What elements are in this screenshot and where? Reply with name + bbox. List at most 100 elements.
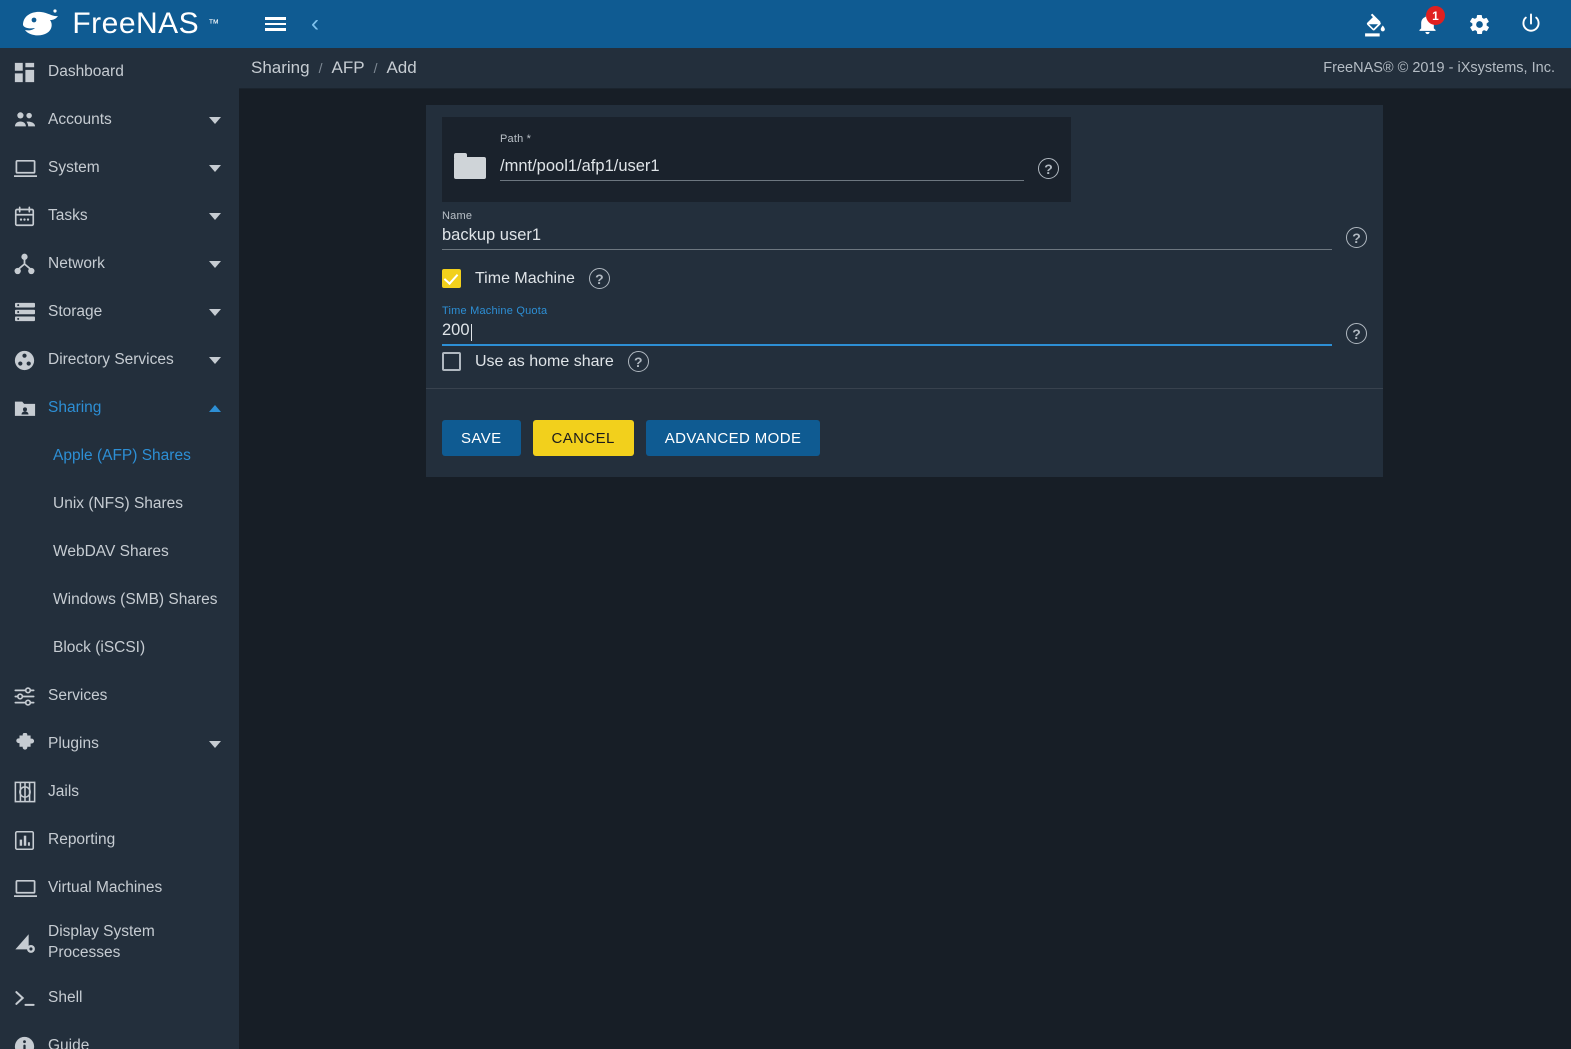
- cancel-button[interactable]: CANCEL: [532, 420, 634, 456]
- name-input[interactable]: [442, 226, 1332, 249]
- sidebar-subitem-label: Apple (AFP) Shares: [53, 447, 191, 464]
- system-icon: [14, 158, 48, 178]
- power-icon[interactable]: [1511, 4, 1551, 44]
- sidebar-item-dashboard[interactable]: Dashboard: [0, 48, 239, 96]
- sidebar-item-sharing[interactable]: Sharing: [0, 384, 239, 432]
- chevron-up-icon[interactable]: [209, 404, 221, 412]
- time-machine-checkbox-row: Time Machine ?: [442, 268, 610, 289]
- bell-icon[interactable]: 1: [1407, 4, 1447, 44]
- name-underline: [442, 249, 1332, 250]
- form-actions: SAVE CANCEL ADVANCED MODE: [442, 420, 821, 456]
- breadcrumb-item-afp[interactable]: AFP: [332, 58, 365, 78]
- virtual-machines-icon: [14, 878, 48, 898]
- sidebar-item-label: Storage: [48, 303, 103, 320]
- chevron-down-icon[interactable]: [209, 164, 221, 172]
- shell-prompt-icon: [14, 988, 48, 1008]
- breadcrumb-separator: /: [373, 60, 378, 76]
- gear-icon[interactable]: [1459, 4, 1499, 44]
- sidebar-item-guide[interactable]: Guide: [0, 1022, 239, 1049]
- network-icon: [14, 253, 48, 275]
- reporting-chart-icon: [14, 830, 48, 851]
- directory-services-icon: [14, 350, 48, 371]
- chevron-down-icon[interactable]: [209, 212, 221, 220]
- breadcrumb-item-sharing[interactable]: Sharing: [251, 58, 310, 78]
- sidebar-item-storage[interactable]: Storage: [0, 288, 239, 336]
- sidebar-subitem-webdav-shares[interactable]: WebDAV Shares: [0, 528, 239, 576]
- sidebar-item-label: Dashboard: [48, 63, 124, 80]
- sidebar-item-label: Sharing: [48, 399, 102, 416]
- chevron-left-icon[interactable]: ‹: [295, 4, 335, 44]
- hamburger-menu-icon[interactable]: [255, 4, 295, 44]
- help-circle-icon[interactable]: ?: [1346, 323, 1367, 344]
- folder-icon[interactable]: [454, 153, 486, 179]
- sidebar-item-jails[interactable]: Jails: [0, 768, 239, 816]
- chevron-down-icon[interactable]: [209, 116, 221, 124]
- time-machine-checkbox[interactable]: [442, 269, 461, 288]
- sidebar-subitem-unix-nfs-shares[interactable]: Unix (NFS) Shares: [0, 480, 239, 528]
- time-machine-quota-field-group: Time Machine Quota 200 ?: [442, 305, 1367, 346]
- storage-icon: [14, 302, 48, 322]
- form-divider: [426, 388, 1383, 389]
- guide-info-icon: [14, 1036, 48, 1049]
- jails-icon: [14, 781, 48, 803]
- sidebar-item-shell[interactable]: Shell: [0, 974, 239, 1022]
- sidebar-item-plugins[interactable]: Plugins: [0, 720, 239, 768]
- dashboard-icon: [14, 62, 48, 83]
- sidebar-item-label: Network: [48, 255, 105, 272]
- name-field-label: Name: [442, 210, 473, 222]
- chevron-down-icon[interactable]: [209, 356, 221, 364]
- help-circle-icon[interactable]: ?: [1038, 158, 1059, 179]
- sidebar-item-services[interactable]: Services: [0, 672, 239, 720]
- chevron-down-icon[interactable]: [209, 260, 221, 268]
- sidebar-item-virtual-machines[interactable]: Virtual Machines: [0, 864, 239, 912]
- chevron-down-icon[interactable]: [209, 740, 221, 748]
- help-circle-icon[interactable]: ?: [1346, 227, 1367, 248]
- sidebar-item-tasks[interactable]: Tasks: [0, 192, 239, 240]
- sidebar-item-display-system-processes[interactable]: Display System Processes: [0, 912, 239, 974]
- sidebar-subitem-label: Windows (SMB) Shares: [53, 591, 218, 608]
- brand-text: FreeNAS ™: [19, 7, 219, 41]
- copyright-text: FreeNAS® © 2019 - iXsystems, Inc.: [1323, 60, 1555, 76]
- accounts-icon: [14, 110, 48, 130]
- paint-fill-icon[interactable]: [1355, 4, 1395, 44]
- sidebar-subitem-label: Block (iSCSI): [53, 639, 146, 656]
- time-machine-label: Time Machine: [475, 269, 575, 287]
- sidebar-subitem-windows-smb-shares[interactable]: Windows (SMB) Shares: [0, 576, 239, 624]
- brand-logo[interactable]: FreeNAS ™: [0, 0, 239, 48]
- sidebar-item-directory-services[interactable]: Directory Services: [0, 336, 239, 384]
- sidebar-item-label: Virtual Machines: [48, 879, 163, 896]
- help-circle-icon[interactable]: ?: [588, 268, 610, 289]
- sidebar-navigation[interactable]: Dashboard Accounts System Tasks Network: [0, 48, 239, 1049]
- main-content: Path * ? Name ?: [239, 89, 1571, 1049]
- sidebar-item-reporting[interactable]: Reporting: [0, 816, 239, 864]
- save-button[interactable]: SAVE: [442, 420, 521, 456]
- path-underline: [500, 180, 1024, 181]
- afp-share-form: Path * ? Name ?: [426, 105, 1383, 477]
- path-field-label: Path *: [500, 133, 532, 145]
- sidebar-item-network[interactable]: Network: [0, 240, 239, 288]
- time-machine-quota-underline: [442, 344, 1332, 346]
- brand-trademark: ™: [208, 18, 220, 30]
- help-circle-icon[interactable]: ?: [627, 351, 649, 372]
- breadcrumb-item-add[interactable]: Add: [386, 58, 416, 78]
- time-machine-quota-input[interactable]: 200: [442, 321, 470, 344]
- sidebar-item-label: Tasks: [48, 207, 88, 224]
- advanced-mode-button[interactable]: ADVANCED MODE: [645, 420, 821, 456]
- sidebar-item-label: Shell: [48, 989, 83, 1006]
- path-input[interactable]: [500, 157, 1024, 180]
- sidebar-subitem-block-iscsi[interactable]: Block (iSCSI): [0, 624, 239, 672]
- use-as-home-share-checkbox[interactable]: [442, 352, 461, 371]
- freenas-fish-logo-icon: [23, 9, 59, 36]
- top-bar-icon-group: 1: [1355, 4, 1551, 44]
- sidebar-item-label: System: [48, 159, 100, 176]
- chevron-down-icon[interactable]: [209, 308, 221, 316]
- sidebar-item-label: Services: [48, 687, 108, 704]
- sidebar-item-accounts[interactable]: Accounts: [0, 96, 239, 144]
- breadcrumb-bar: Sharing / AFP / Add FreeNAS® © 2019 - iX…: [239, 48, 1571, 89]
- sidebar-item-label: Jails: [48, 783, 80, 800]
- sidebar-item-label: Display System Processes: [48, 923, 155, 961]
- sidebar-subitem-apple-afp-shares[interactable]: Apple (AFP) Shares: [0, 432, 239, 480]
- system-processes-icon: [14, 932, 48, 954]
- sidebar-item-system[interactable]: System: [0, 144, 239, 192]
- top-bar-controls: ‹ 1: [239, 0, 1571, 48]
